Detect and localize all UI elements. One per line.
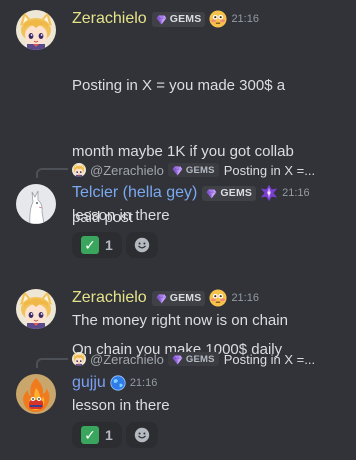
guild-tag-label: GEMS <box>220 187 253 199</box>
timestamp[interactable]: 21:16 <box>130 377 158 389</box>
guild-tag[interactable]: GEMS <box>151 290 206 306</box>
message-content: gujju 21:16 lesson in there <box>72 372 350 417</box>
guild-tag-label: GEMS <box>169 292 202 304</box>
add-reaction-button[interactable] <box>125 422 158 448</box>
message-content: Telcier (hella gey) GEMS 21:16 lesson in… <box>72 182 350 227</box>
gem-icon <box>172 165 183 176</box>
guild-tag[interactable]: GEMS <box>202 185 257 201</box>
reply-guild-tag-label: GEMS <box>185 353 215 365</box>
timestamp[interactable]: 21:16 <box>282 187 310 199</box>
flushed-emoji-icon <box>209 10 227 28</box>
reply-avatar <box>72 163 86 177</box>
message-content: Zerachielo GEMS 21:16 The money right no… <box>72 287 350 332</box>
reply-guild-tag-label: GEMS <box>185 164 215 176</box>
reply-guild-tag: GEMS <box>167 163 219 177</box>
message-header: gujju 21:16 <box>72 372 350 394</box>
catgirl-avatar-icon <box>72 352 86 366</box>
flushed-emoji-icon <box>209 289 227 307</box>
author-name[interactable]: Telcier (hella gey) <box>72 184 197 202</box>
message-line: Posting in X = you made 300$ a <box>72 77 286 94</box>
author-name[interactable]: gujju <box>72 374 106 392</box>
reactions-bar: ✓ 1 <box>72 422 158 448</box>
add-reaction-icon <box>133 236 151 254</box>
reply-author[interactable]: @Zerachielo <box>90 163 164 178</box>
avatar[interactable] <box>16 10 56 50</box>
message-text: lesson in there <box>72 397 170 414</box>
purple-crystal-icon <box>260 184 278 202</box>
author-name[interactable]: Zerachielo <box>72 10 147 28</box>
message-header: Zerachielo GEMS 21:16 <box>72 287 350 309</box>
reply-connector <box>36 168 68 178</box>
reactions-bar: ✓ 1 <box>72 232 158 258</box>
gem-icon <box>156 293 167 304</box>
reply-connector <box>36 358 68 368</box>
timestamp[interactable]: 21:16 <box>231 13 259 25</box>
fire-creature-avatar-icon <box>16 374 56 414</box>
catgirl-avatar-icon <box>16 10 56 50</box>
gem-icon <box>206 188 217 199</box>
check-mark-icon: ✓ <box>81 236 99 254</box>
reaction-check[interactable]: ✓ 1 <box>72 422 122 448</box>
catgirl-avatar-icon <box>16 289 56 329</box>
avatar[interactable] <box>16 289 56 329</box>
gem-icon <box>172 354 183 365</box>
reaction-check[interactable]: ✓ 1 <box>72 232 122 258</box>
reply-avatar <box>72 352 86 366</box>
reply-preview-text[interactable]: Posting in X =... <box>224 163 315 178</box>
timestamp[interactable]: 21:16 <box>231 292 259 304</box>
check-mark-icon: ✓ <box>81 426 99 444</box>
avatar[interactable] <box>16 374 56 414</box>
add-reaction-button[interactable] <box>125 232 158 258</box>
blue-globe-icon <box>110 375 126 391</box>
reply-reference[interactable]: @Zerachielo GEMS Posting in X =... <box>72 350 352 368</box>
message-line: month maybe 1K if you got collab <box>72 143 294 160</box>
reaction-count: 1 <box>105 427 113 443</box>
reply-author[interactable]: @Zerachielo <box>90 352 164 367</box>
guild-tag[interactable]: GEMS <box>151 11 206 27</box>
catgirl-avatar-icon <box>72 163 86 177</box>
message-text: The money right now is on chain <box>72 312 288 329</box>
llama-avatar-icon <box>16 184 56 224</box>
message-header: Telcier (hella gey) GEMS 21:16 <box>72 182 350 204</box>
add-reaction-icon <box>133 426 151 444</box>
gem-icon <box>156 14 167 25</box>
reaction-count: 1 <box>105 237 113 253</box>
message-text: lesson in there <box>72 207 170 224</box>
message-header: Zerachielo GEMS 21:16 <box>72 8 350 30</box>
reply-preview-text[interactable]: Posting in X =... <box>224 352 315 367</box>
reply-guild-tag: GEMS <box>167 352 219 366</box>
author-name[interactable]: Zerachielo <box>72 289 147 307</box>
reply-reference[interactable]: @Zerachielo GEMS Posting in X =... <box>72 161 352 179</box>
guild-tag-label: GEMS <box>169 13 202 25</box>
avatar[interactable] <box>16 184 56 224</box>
